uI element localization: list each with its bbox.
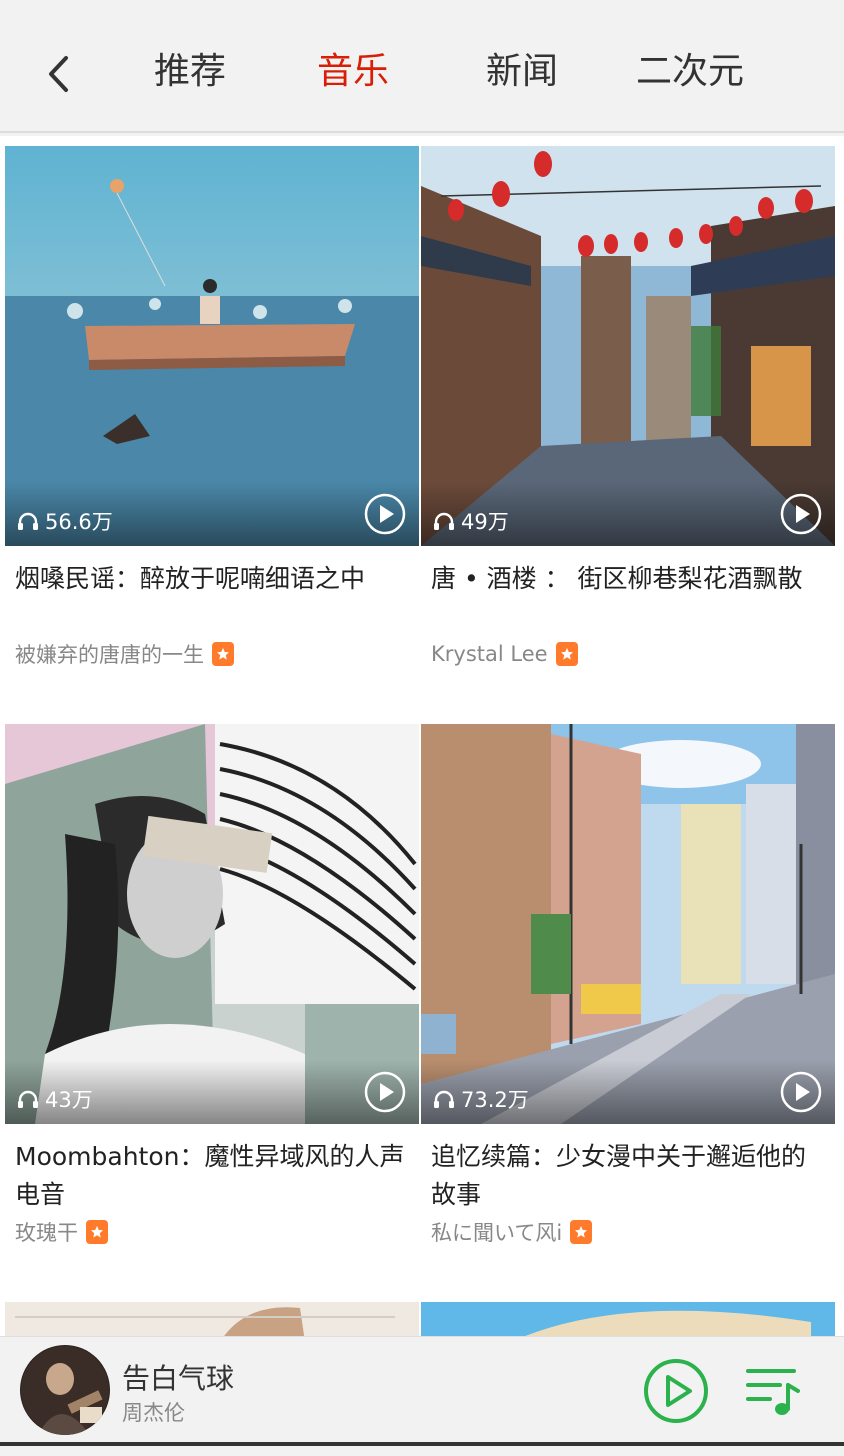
playlist-title[interactable]: 追忆续篇：少女漫中关于邂逅他的故事 — [421, 1138, 835, 1214]
play-button[interactable] — [642, 1357, 710, 1425]
play-count: 56.6万 — [45, 510, 113, 534]
playlist-title[interactable]: Moombahton：魔性异域风的人声电音 — [5, 1138, 419, 1214]
headphones-icon — [18, 1090, 38, 1108]
bottom-divider — [0, 1442, 844, 1446]
play-count: 43万 — [45, 1088, 93, 1112]
tab-anime[interactable]: 二次元 — [630, 44, 750, 100]
playlist-card[interactable]: 73.2万 追忆续篇：少女漫中关于邂逅他的故事 私に聞いて风i — [421, 724, 835, 1248]
tab-recommend[interactable]: 推荐 — [150, 44, 230, 100]
chevron-left-icon — [49, 56, 68, 92]
play-circle-icon[interactable] — [363, 492, 407, 536]
playlist-grid: 56.6万 烟嗓民谣：醉放于呢喃细语之中 被嫌弃的唐唐的一生 49万 唐 • 酒… — [0, 136, 844, 1336]
playlist-author[interactable]: 被嫌弃的唐唐的一生 — [15, 639, 204, 669]
playlist-title[interactable]: 烟嗓民谣：醉放于呢喃细语之中 — [5, 560, 419, 636]
tab-music[interactable]: 音乐 — [312, 44, 394, 100]
now-playing-title[interactable]: 告白气球 — [122, 1357, 234, 1397]
headphones-icon — [18, 512, 38, 530]
headphones-icon — [434, 1090, 454, 1108]
play-circle-icon[interactable] — [779, 1070, 823, 1114]
playlist-cover[interactable]: 56.6万 — [5, 146, 419, 546]
playlist-cover[interactable]: 43万 — [5, 724, 419, 1124]
cover-image-partial — [5, 1302, 419, 1336]
back-button[interactable] — [38, 48, 78, 100]
playlist-author[interactable]: 私に聞いて风i — [431, 1217, 562, 1247]
playlist-card[interactable]: 43万 Moombahton：魔性异域风的人声电音 玫瑰干 — [5, 724, 419, 1248]
playlist-cover[interactable]: 49万 — [421, 146, 835, 546]
playlist-card-partial[interactable] — [5, 1302, 419, 1336]
verified-badge-icon — [570, 1220, 593, 1244]
playlist-queue-button[interactable] — [744, 1363, 802, 1419]
playlist-title[interactable]: 唐 • 酒楼 ： 街区柳巷梨花酒飘散 — [421, 560, 835, 636]
album-art[interactable] — [20, 1345, 110, 1435]
playlist-author[interactable]: 玫瑰干 — [15, 1217, 78, 1247]
headphones-icon — [434, 512, 454, 530]
playlist-card[interactable]: 56.6万 烟嗓民谣：醉放于呢喃细语之中 被嫌弃的唐唐的一生 — [5, 146, 419, 670]
play-circle-icon[interactable] — [363, 1070, 407, 1114]
playlist-card-partial[interactable] — [421, 1302, 835, 1336]
verified-badge-icon — [86, 1220, 108, 1244]
play-circle-icon[interactable] — [779, 492, 823, 536]
play-count: 49万 — [461, 510, 509, 534]
cover-image-partial — [421, 1302, 835, 1336]
playlist-card[interactable]: 49万 唐 • 酒楼 ： 街区柳巷梨花酒飘散 Krystal Lee — [421, 146, 835, 670]
now-playing-artist[interactable]: 周杰伦 — [122, 1397, 185, 1427]
verified-badge-icon — [555, 642, 578, 666]
top-nav-bar: 推荐 音乐 新闻 二次元 — [0, 0, 844, 133]
playlist-author[interactable]: Krystal Lee — [431, 642, 548, 666]
play-count: 73.2万 — [461, 1088, 529, 1112]
mini-player[interactable]: 告白气球 周杰伦 — [0, 1336, 844, 1442]
verified-badge-icon — [212, 642, 234, 666]
playlist-cover[interactable]: 73.2万 — [421, 724, 835, 1124]
tab-news[interactable]: 新闻 — [482, 44, 562, 100]
